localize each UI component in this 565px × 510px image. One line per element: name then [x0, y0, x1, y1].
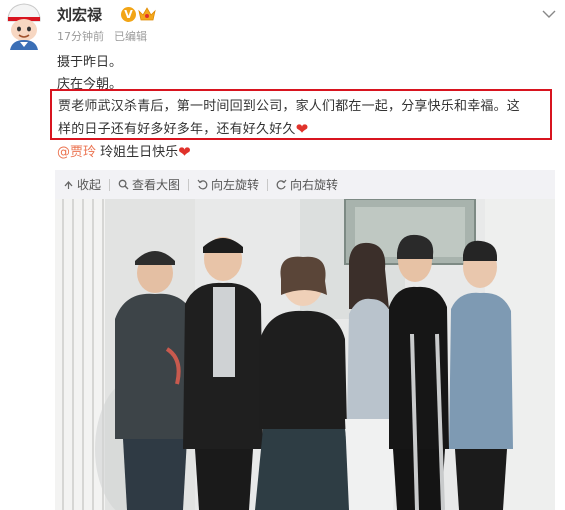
collapse-button[interactable]: 收起 — [55, 170, 109, 199]
mention-link[interactable]: @贾玲 — [57, 145, 96, 160]
heart-icon: ❤ — [295, 120, 309, 138]
view-large-button[interactable]: 查看大图 — [110, 170, 188, 199]
rotate-left-icon — [197, 179, 208, 190]
search-icon — [118, 179, 129, 190]
collapse-label: 收起 — [77, 178, 102, 192]
highlighted-text-box: 贾老师武汉杀青后，第一时间回到公司，家人们都在一起，分享快乐和幸福。这 样的日子… — [50, 89, 552, 140]
collapse-icon — [64, 181, 73, 189]
crown-icon — [138, 6, 156, 22]
chevron-down-icon[interactable] — [542, 4, 556, 18]
post-time[interactable]: 17分钟前 — [57, 28, 104, 44]
rotate-right-button[interactable]: 向右旋转 — [268, 170, 346, 199]
mention-line: @贾玲 玲姐生日快乐❤ — [57, 141, 191, 161]
rotate-right-label: 向右旋转 — [290, 178, 339, 192]
view-large-label: 查看大图 — [132, 178, 181, 192]
mention-text: 玲姐生日快乐 — [96, 145, 179, 160]
rotate-left-label: 向左旋转 — [211, 178, 260, 192]
rotate-right-icon — [276, 179, 287, 190]
highlighted-text-line1: 贾老师武汉杀青后，第一时间回到公司，家人们都在一起，分享快乐和幸福。这 — [58, 99, 521, 114]
image-toolbar: 收起 查看大图 向左旋转 向右旋转 — [55, 170, 555, 199]
rotate-left-button[interactable]: 向左旋转 — [189, 170, 267, 199]
highlighted-text-line2-wrap: 样的日子还有好多好多年，还有好久好久❤ — [58, 118, 308, 138]
username[interactable]: 刘宏禄 — [57, 4, 102, 25]
avatar[interactable] — [2, 2, 46, 50]
highlighted-text-line2: 样的日子还有好多好多年，还有好久好久 — [58, 122, 296, 137]
heart-icon: ❤ — [178, 143, 191, 161]
verification-badges: V — [121, 5, 156, 23]
post-meta: 17分钟前 已编辑 — [57, 28, 147, 44]
edited-label[interactable]: 已编辑 — [114, 28, 147, 44]
post-photo[interactable] — [55, 199, 555, 510]
vip-v-icon: V — [121, 6, 136, 22]
post-text-line1: 摄于昨日。 — [57, 55, 123, 70]
